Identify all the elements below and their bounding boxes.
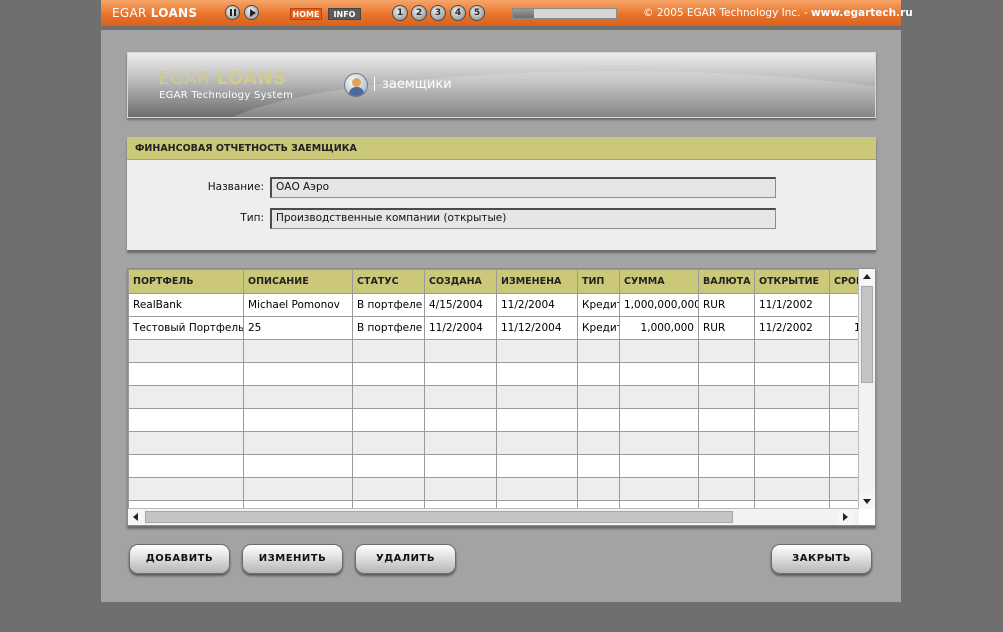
table-cell: 1,096	[829, 316, 859, 340]
type-field[interactable]: Производственные компании (открытые)	[270, 208, 776, 229]
scroll-right-icon[interactable]	[837, 509, 853, 525]
pause-icon[interactable]	[225, 5, 240, 20]
table-cell: 11/2/2004	[424, 316, 497, 340]
column-header-created[interactable]: СОЗДАНА	[424, 269, 497, 294]
table-cell: 1,000,000	[619, 316, 699, 340]
name-label: Название:	[207, 181, 264, 193]
vertical-scrollbar[interactable]	[858, 269, 875, 509]
user-icon	[344, 73, 368, 97]
site-link[interactable]: www.egartech.ru	[811, 7, 913, 19]
table-row-empty	[128, 408, 859, 432]
step-button-5[interactable]: 5	[469, 5, 485, 21]
table-cell: RealBank	[128, 293, 244, 317]
column-header-opening[interactable]: ОТКРЫТИЕ	[754, 269, 830, 294]
app-header: EGAR LOANS EGAR Technology System заемщи…	[127, 52, 876, 118]
table-cell: 11/2/2002	[754, 316, 830, 340]
header-divider	[374, 77, 375, 91]
home-button[interactable]: HOME	[290, 8, 322, 20]
type-label: Тип:	[240, 212, 264, 224]
borrower-info-panel: ФИНАНСОВАЯ ОТЧЕТНОСТЬ ЗАЕМЩИКА Название:…	[127, 137, 876, 250]
panel-heading: ФИНАНСОВАЯ ОТЧЕТНОСТЬ ЗАЕМЩИКА	[127, 137, 876, 160]
table-cell: RUR	[698, 293, 755, 317]
table-row-empty	[128, 454, 859, 478]
table-row-empty	[128, 477, 859, 501]
progress-fill	[513, 9, 534, 18]
table-row-empty	[128, 385, 859, 409]
app-logo-light: EGAR	[158, 68, 217, 89]
scroll-left-icon[interactable]	[128, 509, 144, 525]
vertical-scroll-thumb[interactable]	[861, 286, 873, 383]
app-logo-bold: LOANS	[216, 68, 287, 89]
horizontal-scroll-thumb[interactable]	[145, 511, 733, 523]
name-field[interactable]: ОАО Аэро	[270, 177, 776, 198]
table-cell: 365	[829, 293, 859, 317]
close-button[interactable]: ЗАКРЫТЬ	[771, 544, 872, 574]
step-button-1[interactable]: 1	[392, 5, 408, 21]
table-row-empty	[128, 362, 859, 386]
main-frame: EGAR LOANS EGAR Technology System заемщи…	[101, 30, 901, 602]
copyright-text: © 2005 EGAR Technology Inc. -	[643, 7, 811, 19]
play-icon[interactable]	[244, 5, 259, 20]
column-header-status[interactable]: СТАТУС	[352, 269, 425, 294]
table-cell: 11/2/2004	[496, 293, 578, 317]
step-button-4[interactable]: 4	[450, 5, 466, 21]
table-cell: Тестовый Портфель	[128, 316, 244, 340]
brand-logo-bold: LOANS	[150, 6, 198, 20]
copyright: © 2005 EGAR Technology Inc. - www.egarte…	[643, 7, 913, 19]
table-cell: 11/12/2004	[496, 316, 578, 340]
delete-button[interactable]: УДАЛИТЬ	[355, 544, 456, 574]
section-title: заемщики	[382, 77, 452, 92]
info-button[interactable]: INFO	[328, 8, 361, 20]
scroll-up-icon[interactable]	[859, 269, 875, 285]
table-cell: Кредит	[577, 293, 620, 317]
progress-bar	[512, 8, 617, 19]
table-row[interactable]: RealBank Michael Pomonov В портфеле 4/15…	[128, 293, 859, 317]
table-cell: Michael Pomonov	[243, 293, 353, 317]
table-row[interactable]: Тестовый Портфель 25 В портфеле 11/2/200…	[128, 316, 859, 340]
step-button-2[interactable]: 2	[411, 5, 427, 21]
app-subtitle: EGAR Technology System	[159, 90, 294, 101]
column-header-term[interactable]: СРОК	[829, 269, 859, 294]
table-cell: 1,000,000,000	[619, 293, 699, 317]
table-cell: 25	[243, 316, 353, 340]
table-cell: В портфеле	[352, 316, 425, 340]
top-bar: EGAR LOANS HOME INFO 1 2 3 4 5 © 2005 EG…	[101, 0, 913, 26]
app-logo: EGAR LOANS	[158, 68, 286, 89]
brand-logo-light: EGAR	[112, 6, 151, 20]
grid-viewport: ПОРТФЕЛЬ ОПИСАНИЕ СТАТУС СОЗДАНА ИЗМЕНЕН…	[128, 269, 859, 509]
table-row-empty	[128, 431, 859, 455]
header-decoration	[208, 71, 875, 117]
column-header-description[interactable]: ОПИСАНИЕ	[243, 269, 353, 294]
portfolio-grid: ПОРТФЕЛЬ ОПИСАНИЕ СТАТУС СОЗДАНА ИЗМЕНЕН…	[127, 268, 876, 526]
horizontal-scrollbar[interactable]	[128, 508, 859, 525]
brand-logo: EGAR LOANS	[112, 6, 197, 20]
add-button[interactable]: ДОБАВИТЬ	[129, 544, 230, 574]
portfolio-table: ПОРТФЕЛЬ ОПИСАНИЕ СТАТУС СОЗДАНА ИЗМЕНЕН…	[128, 269, 859, 509]
step-button-3[interactable]: 3	[430, 5, 446, 21]
table-cell: Кредит	[577, 316, 620, 340]
column-header-type[interactable]: ТИП	[577, 269, 620, 294]
table-cell: RUR	[698, 316, 755, 340]
edit-button[interactable]: ИЗМЕНИТЬ	[242, 544, 343, 574]
column-header-portfolio[interactable]: ПОРТФЕЛЬ	[128, 269, 244, 294]
column-header-currency[interactable]: ВАЛЮТА	[698, 269, 755, 294]
column-header-modified[interactable]: ИЗМЕНЕНА	[496, 269, 578, 294]
column-header-amount[interactable]: СУММА	[619, 269, 699, 294]
table-header-row: ПОРТФЕЛЬ ОПИСАНИЕ СТАТУС СОЗДАНА ИЗМЕНЕН…	[128, 269, 859, 294]
scroll-down-icon[interactable]	[859, 493, 875, 509]
table-row-empty	[128, 339, 859, 363]
table-cell: 11/1/2002	[754, 293, 830, 317]
table-cell: В портфеле	[352, 293, 425, 317]
table-cell: 4/15/2004	[424, 293, 497, 317]
